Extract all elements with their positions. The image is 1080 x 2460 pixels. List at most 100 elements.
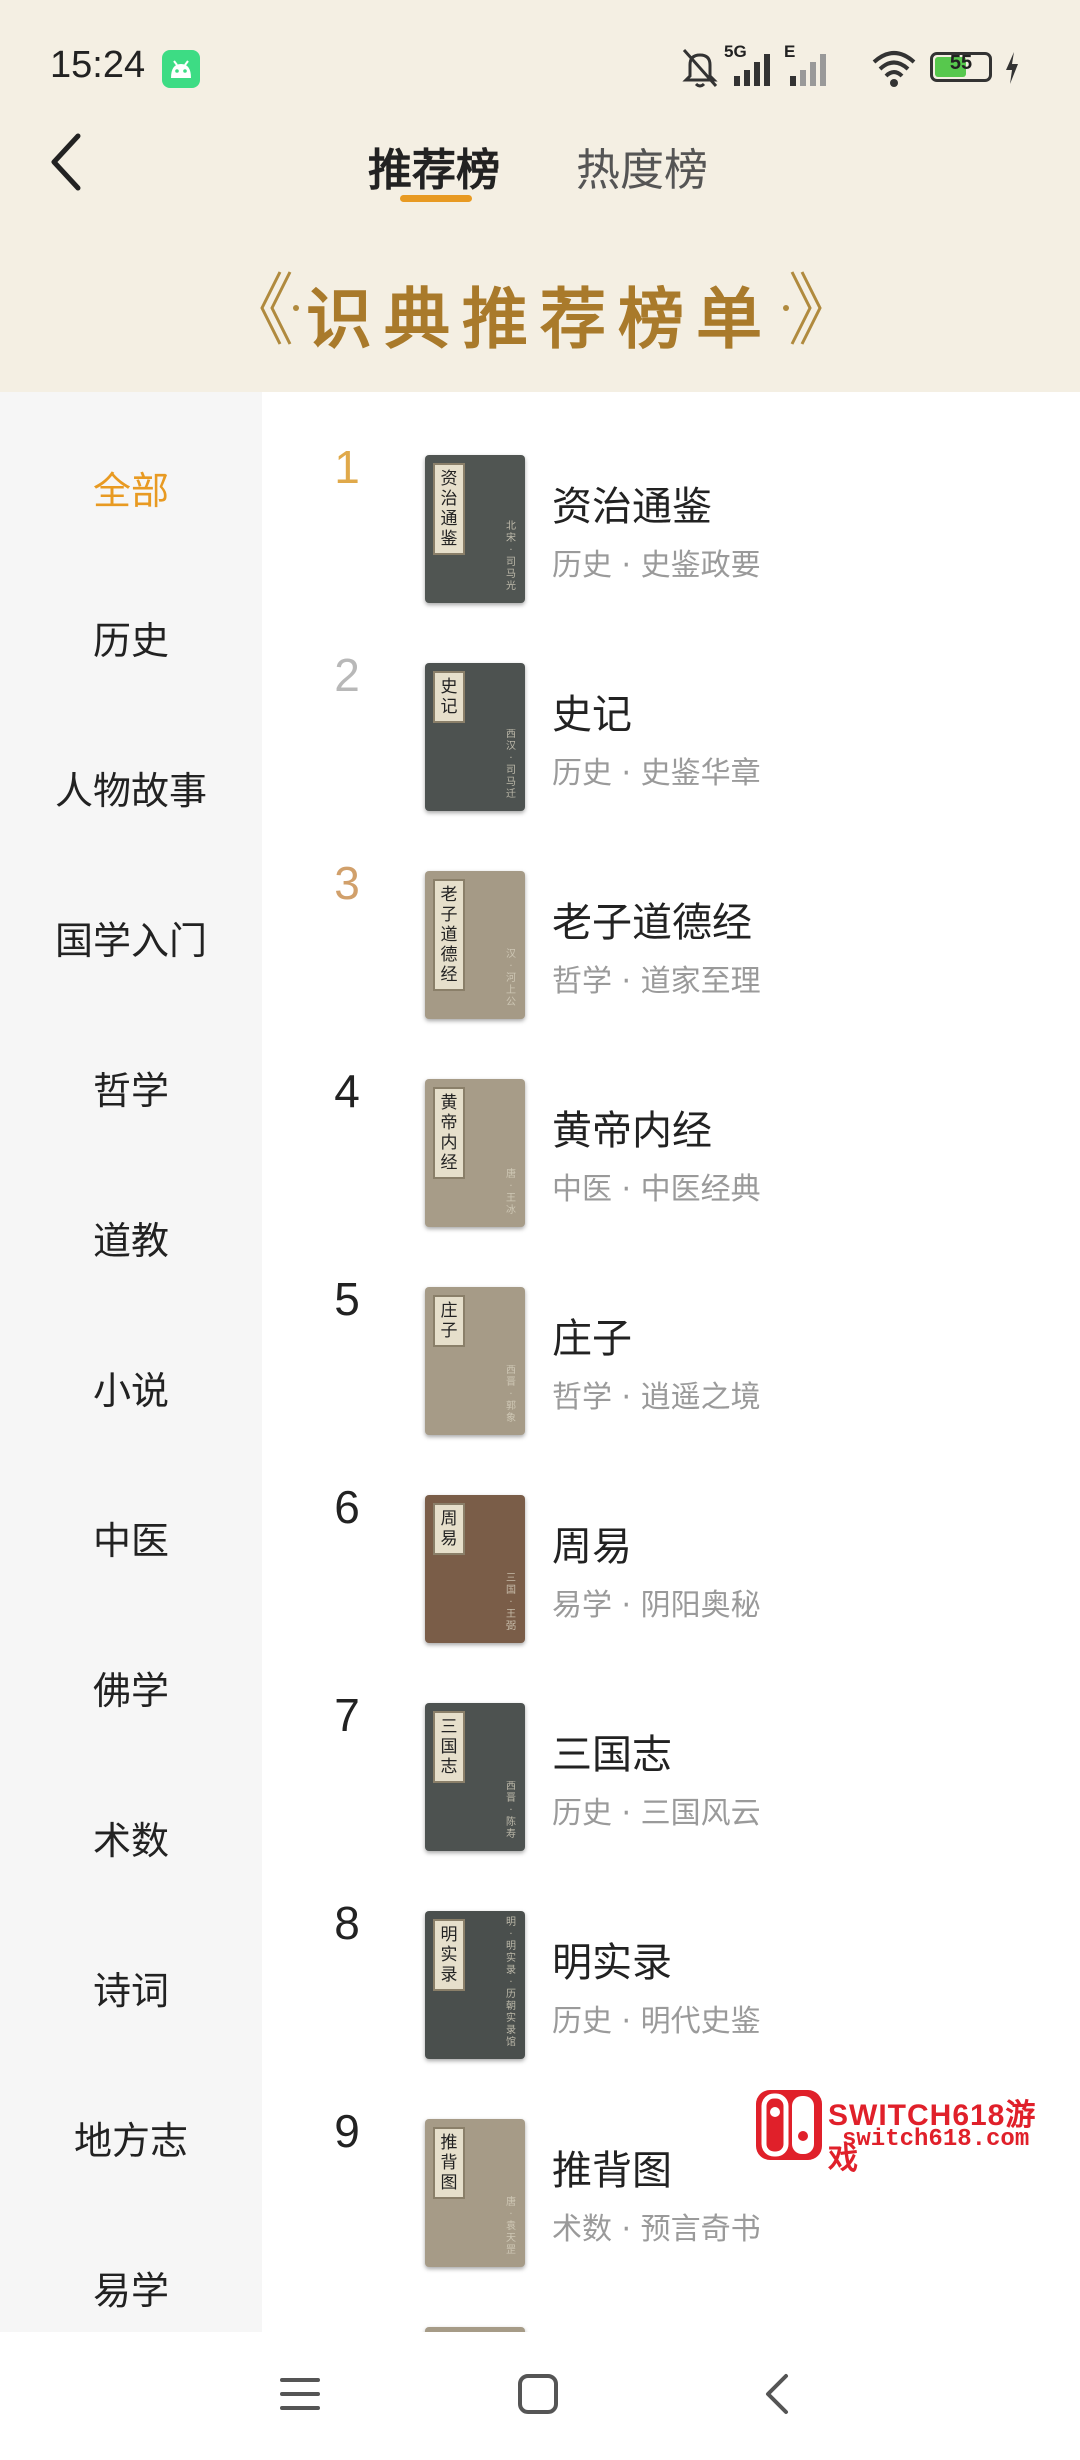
book-row[interactable]: 3 老子道德经 汉·河上公 老子道德经 哲学 · 道家至理 bbox=[262, 808, 1080, 1019]
sidebar-item-all[interactable]: 全部 bbox=[0, 460, 262, 515]
book-cover: 黄帝内经 唐·王冰 bbox=[425, 1079, 525, 1227]
rank-number: 8 bbox=[334, 1897, 360, 1949]
sidebar-item-gazetteer[interactable]: 地方志 bbox=[0, 2110, 262, 2165]
back-button[interactable] bbox=[42, 128, 98, 198]
book-cover: 史记 西汉·司马迁 bbox=[425, 663, 525, 811]
sidebar-item-buddhism[interactable]: 佛学 bbox=[0, 1660, 262, 1715]
book-row[interactable]: 2 史记 西汉·司马迁 史记 历史 · 史鉴华章 bbox=[262, 600, 1080, 811]
cover-title: 史记 bbox=[433, 671, 465, 723]
book-meta: 历史 · 史鉴政要 bbox=[552, 548, 761, 583]
cover-title: 庄子 bbox=[433, 1295, 465, 1347]
switch-logo-icon bbox=[756, 2090, 822, 2160]
book-title: 明实录 bbox=[552, 1940, 672, 1986]
cover-author: 唐·袁天罡 bbox=[506, 2197, 516, 2256]
sidebar-item-taoism[interactable]: 道教 bbox=[0, 1210, 262, 1265]
book-meta: 哲学 · 逍遥之境 bbox=[552, 1380, 761, 1415]
book-row[interactable]: 4 黄帝内经 唐·王冰 黄帝内经 中医 · 中医经典 bbox=[262, 1016, 1080, 1227]
cover-title: 明实录 bbox=[433, 1919, 465, 1991]
book-cover: 明实录 明·明实录·历朝实录馆 bbox=[425, 1911, 525, 2059]
status-bar: 15:24 5G E 55 bbox=[0, 0, 1080, 135]
cover-author: 三国·王弼 bbox=[506, 1573, 516, 1632]
sidebar-item-tcm[interactable]: 中医 bbox=[0, 1510, 262, 1565]
book-row[interactable]: 1 资治通鉴 北宋·司马光 资治通鉴 历史 · 史鉴政要 bbox=[262, 392, 1080, 603]
status-time: 15:24 bbox=[50, 44, 146, 86]
book-cover: 资治通鉴 北宋·司马光 bbox=[425, 455, 525, 603]
rank-number: 1 bbox=[334, 441, 360, 493]
android-notification-icon bbox=[162, 50, 200, 88]
book-row[interactable]: 5 庄子 西晋·郭象 庄子 哲学 · 逍遥之境 bbox=[262, 1224, 1080, 1435]
sidebar-item-history[interactable]: 历史 bbox=[0, 610, 262, 665]
rank-number: 5 bbox=[334, 1273, 360, 1325]
rank-number: 3 bbox=[334, 857, 360, 909]
book-title: 推背图 bbox=[552, 2148, 672, 2194]
sidebar-item-poetry[interactable]: 诗词 bbox=[0, 1960, 262, 2015]
tab-recommend[interactable]: 推荐榜 bbox=[368, 134, 500, 198]
book-title: 资治通鉴 bbox=[552, 484, 712, 530]
watermark-line2: switch618.com bbox=[842, 2126, 1030, 2153]
status-icons: 5G E 55 bbox=[680, 42, 1040, 90]
book-row[interactable]: 8 明实录 明·明实录·历朝实录馆 明实录 历史 · 明代史鉴 bbox=[262, 1848, 1080, 2059]
rank-number: 9 bbox=[334, 2105, 360, 2157]
sidebar-item-biography[interactable]: 人物故事 bbox=[0, 760, 262, 815]
banner-title: 识典推荐榜单 bbox=[306, 280, 774, 358]
ranking-list: 1 资治通鉴 北宋·司马光 资治通鉴 历史 · 史鉴政要 2 史记 西汉·司马迁… bbox=[262, 392, 1080, 2332]
sidebar-item-fiction[interactable]: 小说 bbox=[0, 1360, 262, 1415]
home-square-icon[interactable] bbox=[516, 2372, 560, 2416]
book-title: 庄子 bbox=[552, 1316, 632, 1362]
category-sidebar: 全部 历史 人物故事 国学入门 哲学 道教 小说 中医 佛学 术数 诗词 地方志… bbox=[0, 392, 262, 2332]
book-meta: 易学 · 阴阳奥秘 bbox=[552, 1588, 761, 1623]
book-row[interactable]: 7 三国志 西晋·陈寿 三国志 历史 · 三国风云 bbox=[262, 1640, 1080, 1851]
book-cover: 庄子 西晋·郭象 bbox=[425, 1287, 525, 1435]
book-cover: 周易 三国·王弼 bbox=[425, 1495, 525, 1643]
sidebar-item-divination[interactable]: 术数 bbox=[0, 1810, 262, 1865]
cover-title: 资治通鉴 bbox=[433, 463, 465, 555]
mute-bell-icon bbox=[682, 49, 718, 88]
sidebar-item-yi-studies[interactable]: 易学 bbox=[0, 2260, 262, 2315]
menu-icon[interactable] bbox=[278, 2372, 322, 2416]
cover-title: 三国志 bbox=[433, 1711, 465, 1783]
cover-title: 推背图 bbox=[433, 2127, 465, 2199]
book-meta: 中医 · 中医经典 bbox=[552, 1172, 761, 1207]
signal-strength-icon bbox=[734, 54, 770, 86]
rank-number: 4 bbox=[334, 1065, 360, 1117]
battery-level: 55 bbox=[949, 52, 973, 74]
book-row[interactable]: 6 周易 三国·王弼 周易 易学 · 阴阳奥秘 bbox=[262, 1432, 1080, 1643]
cover-title: 黄帝内经 bbox=[433, 1087, 465, 1179]
book-title: 三国志 bbox=[552, 1732, 672, 1778]
system-nav-bar bbox=[0, 2332, 1080, 2460]
book-cover: 推背图 唐·袁天罡 bbox=[425, 2119, 525, 2267]
cover-author: 西汉·司马迁 bbox=[506, 729, 516, 800]
wifi-icon bbox=[872, 51, 916, 87]
sidebar-item-sinology-intro[interactable]: 国学入门 bbox=[0, 910, 262, 965]
cover-author: 明·明实录·历朝实录馆 bbox=[506, 1917, 516, 2048]
cover-title: 周易 bbox=[433, 1503, 465, 1555]
book-row-partial[interactable] bbox=[262, 2264, 1080, 2332]
rank-number: 7 bbox=[334, 1689, 360, 1741]
rank-number: 6 bbox=[334, 1481, 360, 1533]
book-cover: 三国志 西晋·陈寿 bbox=[425, 1703, 525, 1851]
book-meta: 历史 · 史鉴华章 bbox=[552, 756, 761, 791]
book-meta: 哲学 · 道家至理 bbox=[552, 964, 761, 999]
battery-indicator: 55 bbox=[930, 52, 992, 82]
book-meta: 历史 · 三国风云 bbox=[552, 1796, 761, 1831]
book-cover: 老子道德经 汉·河上公 bbox=[425, 871, 525, 1019]
watermark: SWITCH618游戏 switch618.com bbox=[756, 2090, 1066, 2176]
cover-author: 唐·王冰 bbox=[506, 1169, 516, 1216]
charging-bolt-icon bbox=[1006, 52, 1018, 84]
sidebar-item-philosophy[interactable]: 哲学 bbox=[0, 1060, 262, 1115]
book-meta: 历史 · 明代史鉴 bbox=[552, 2004, 761, 2039]
book-meta: 术数 · 预言奇书 bbox=[552, 2212, 761, 2247]
cover-author: 西晋·陈寿 bbox=[506, 1781, 516, 1840]
chevron-left-icon bbox=[51, 133, 81, 191]
cover-title: 老子道德经 bbox=[433, 879, 465, 991]
cover-author: 汉·河上公 bbox=[506, 949, 516, 1008]
rank-number: 2 bbox=[334, 649, 360, 701]
tab-hot[interactable]: 热度榜 bbox=[576, 134, 708, 198]
book-title: 史记 bbox=[552, 692, 632, 738]
cover-author: 西晋·郭象 bbox=[506, 1365, 516, 1424]
banner-right-ornament bbox=[783, 271, 822, 345]
book-title: 黄帝内经 bbox=[552, 1108, 712, 1154]
back-arrow-icon[interactable] bbox=[756, 2372, 800, 2416]
book-title: 周易 bbox=[552, 1524, 632, 1570]
book-title: 老子道德经 bbox=[552, 900, 752, 946]
